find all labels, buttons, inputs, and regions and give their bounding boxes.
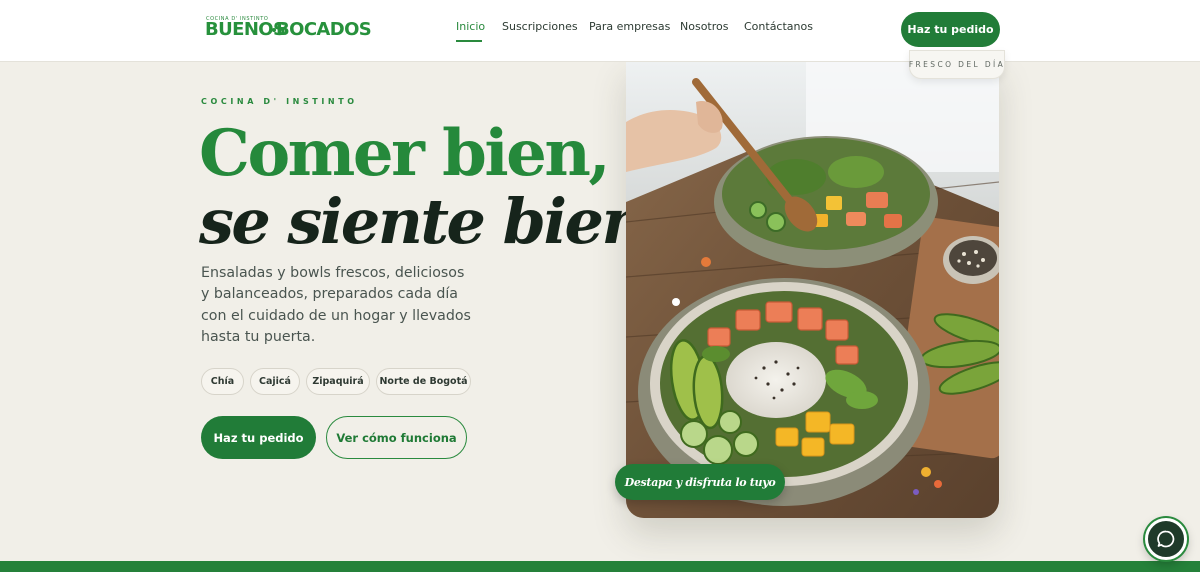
section-divider-bar [0,561,1200,572]
headline-line-1: Comer bien, [199,116,611,191]
nav-active-indicator [456,40,482,42]
brand-logo[interactable]: Cocina d' instinto BUENOS BOCADOS [205,16,372,46]
nav-item-para-empresas[interactable]: Para empresas [589,20,670,33]
headline-line-2: se siente bien. [199,185,666,258]
nav-item-contactanos[interactable]: Contáctanos [744,20,813,33]
chat-bubble-icon [1157,530,1175,548]
nav-item-suscripciones[interactable]: Suscripciones [502,20,578,33]
header-order-button[interactable]: Haz tu pedido [901,12,1000,47]
chat-button[interactable] [1145,518,1187,560]
logo-word-bocados: BOCADOS [276,19,372,40]
location-chip-norte-bogota: Norte de Bogotá [376,368,471,395]
poke-bowls-illustration [626,62,999,518]
how-it-works-button[interactable]: Ver cómo funciona [326,416,467,459]
photo-caption-pill: Destapa y disfruta lo tuyo [615,464,785,500]
location-chip-zipaquira: Zipaquirá [306,368,370,395]
location-chip-chia: Chía [201,368,244,395]
hero-food-photo [626,62,999,518]
location-chip-cajica: Cajicá [250,368,300,395]
hero-order-button[interactable]: Haz tu pedido [201,416,316,459]
site-header: Cocina d' instinto BUENOS BOCADOS Inicio… [0,0,1200,62]
nav-item-nosotros[interactable]: Nosotros [680,20,728,33]
nav-item-inicio[interactable]: Inicio [456,20,485,33]
hero-headline: Comer bien, se siente bien. [199,116,666,258]
fresh-of-the-day-badge: FRESCO DEL DÍA [909,50,1005,79]
hero-description: Ensaladas y bowls frescos, deliciosos y … [201,265,471,345]
hero-eyebrow: COCINA D' INSTINTO [201,97,358,106]
